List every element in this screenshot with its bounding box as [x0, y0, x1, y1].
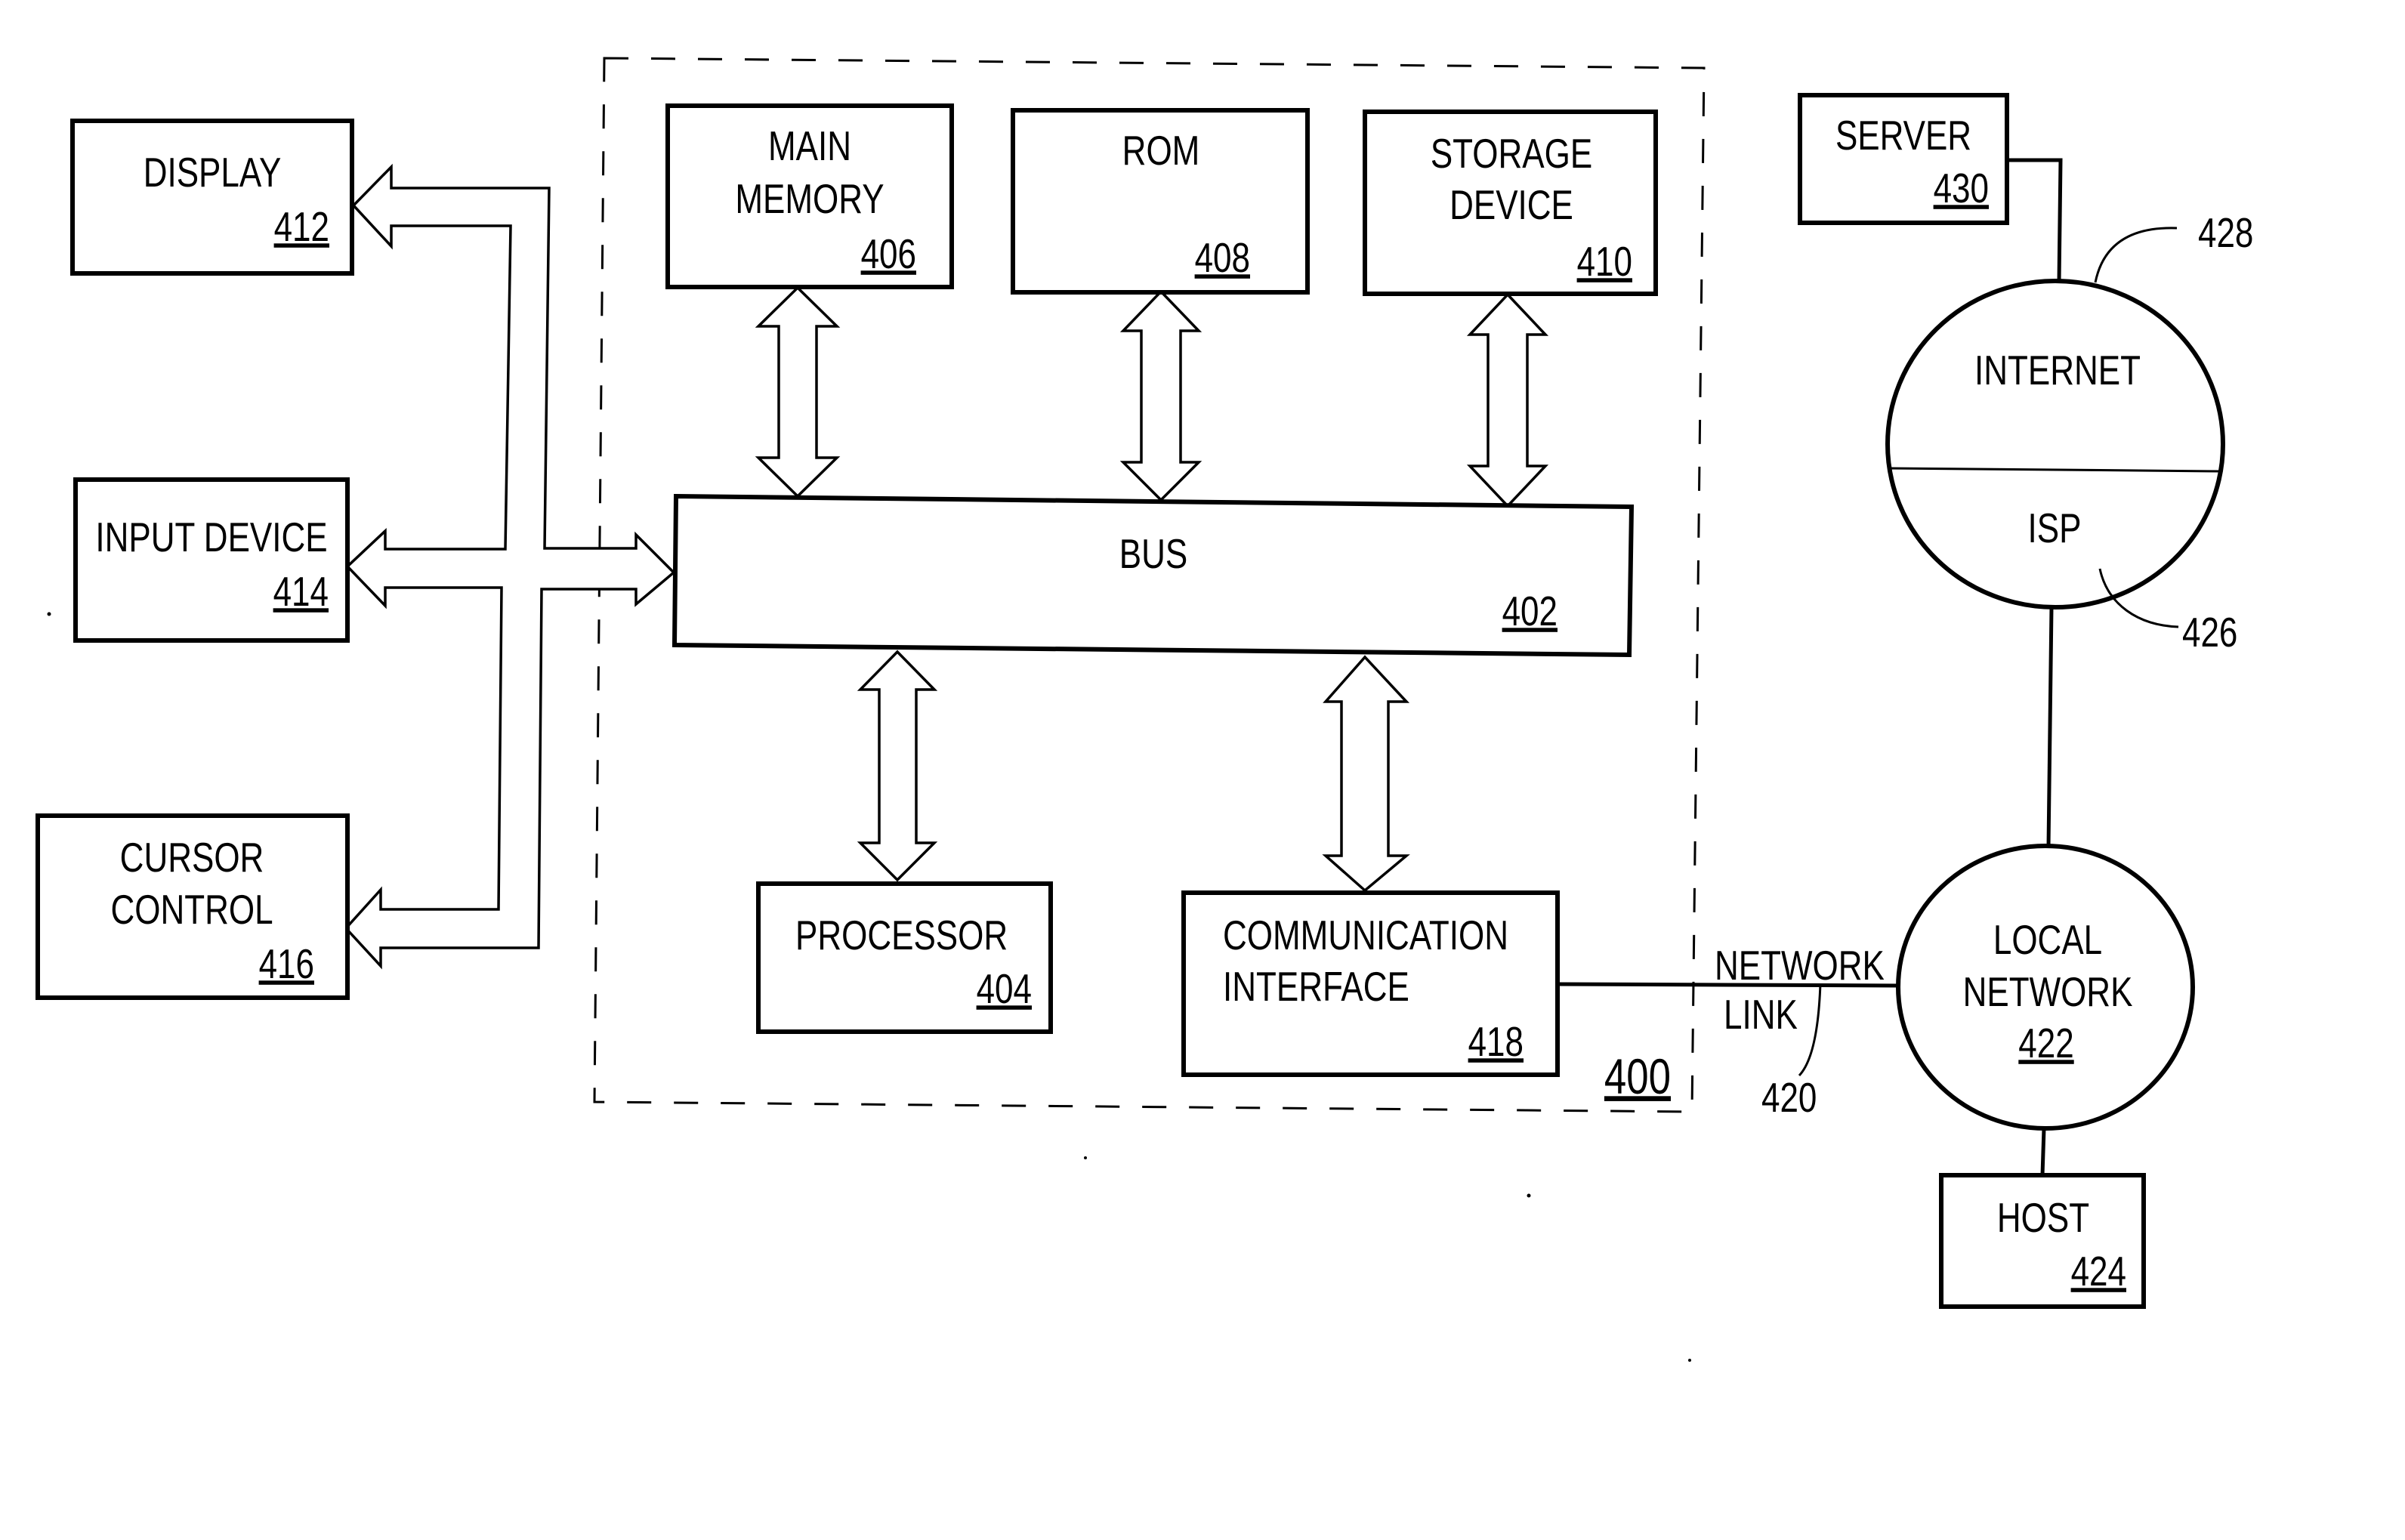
bus-ref: 402 — [1502, 588, 1558, 634]
scan-speck — [1688, 1359, 1691, 1362]
local-network-host-line — [2040, 1128, 2046, 1176]
network-link-leader — [1798, 983, 1822, 1077]
scan-speck — [1527, 1193, 1531, 1198]
network-link-ref: 420 — [1761, 1074, 1817, 1121]
internet-leader — [2094, 227, 2178, 283]
input-device-label: INPUT DEVICE — [95, 514, 327, 560]
storage-device-block: STORAGE DEVICE 410 — [1363, 110, 1658, 296]
main-memory-bus-arrow — [755, 285, 841, 498]
communication-interface-block: COMMUNICATION INTERFACE 418 — [1181, 890, 1560, 1077]
main-memory-ref: 406 — [861, 230, 916, 277]
rom-bus-arrow — [1119, 289, 1202, 502]
local-network-label-line2: NETWORK — [1963, 968, 2133, 1015]
server-internet-line — [2007, 158, 2063, 283]
server-block: SERVER 430 — [1798, 93, 2009, 225]
internet-isp-node: INTERNET ISP — [1885, 279, 2225, 610]
local-network-label-line1: LOCAL — [1993, 916, 2102, 963]
bus-block: BUS 402 — [671, 493, 1635, 658]
input-device-block: INPUT DEVICE 414 — [73, 477, 350, 643]
cursor-control-block: CURSOR CONTROL 416 — [36, 813, 350, 1000]
display-ref: 412 — [274, 203, 329, 250]
network-link-label-line1: NETWORK — [1715, 942, 1885, 989]
communication-bus-arrow — [1322, 655, 1410, 893]
scan-speck — [47, 612, 51, 616]
isp-label: ISP — [2028, 505, 2082, 551]
processor-block: PROCESSOR 404 — [756, 881, 1053, 1034]
main-memory-block: MAIN MEMORY 406 — [665, 103, 954, 289]
communication-interface-ref: 418 — [1468, 1018, 1524, 1065]
storage-device-label-line2: DEVICE — [1449, 181, 1573, 228]
rom-ref: 408 — [1195, 234, 1250, 281]
cursor-control-label-line1: CURSOR — [120, 834, 264, 881]
host-block: HOST 424 — [1939, 1173, 2146, 1309]
bus-label: BUS — [1119, 530, 1187, 577]
display-block: DISPLAY 412 — [70, 119, 354, 276]
local-network-ref: 422 — [2018, 1020, 2073, 1066]
internet-isp-circle — [1885, 279, 2225, 610]
processor-label: PROCESSOR — [795, 912, 1008, 958]
communication-interface-label-line2: INTERFACE — [1223, 963, 1409, 1010]
storage-device-ref: 410 — [1577, 238, 1632, 285]
cursor-control-label-line2: CONTROL — [110, 886, 273, 933]
storage-device-label-line1: STORAGE — [1431, 130, 1592, 177]
storage-bus-arrow — [1466, 292, 1549, 508]
isp-ref: 426 — [2182, 609, 2237, 656]
rom-label: ROM — [1122, 127, 1200, 174]
cursor-control-ref: 416 — [259, 940, 314, 987]
system-block-diagram: DISPLAY 412 INPUT DEVICE 414 CURSOR CONT… — [36, 57, 2253, 1362]
display-label: DISPLAY — [144, 149, 282, 196]
processor-ref: 404 — [977, 965, 1032, 1012]
host-label: HOST — [1997, 1194, 2089, 1241]
scan-speck — [1084, 1156, 1087, 1159]
input-device-ref: 414 — [273, 568, 329, 615]
main-memory-label-line1: MAIN — [768, 122, 851, 169]
main-memory-label-line2: MEMORY — [735, 175, 884, 222]
local-network-node: LOCAL NETWORK 422 — [1896, 844, 2195, 1131]
display-box — [70, 119, 354, 276]
io-bus-arrow — [344, 163, 676, 970]
isp-local-network-line — [2046, 606, 2054, 847]
computer-system-ref: 400 — [1604, 1048, 1671, 1104]
server-ref: 430 — [1934, 165, 1989, 211]
internet-label: INTERNET — [1974, 347, 2141, 393]
server-label: SERVER — [1835, 112, 1971, 159]
host-ref: 424 — [2071, 1248, 2126, 1295]
communication-interface-label-line1: COMMUNICATION — [1223, 912, 1508, 958]
network-link-label-line2: LINK — [1724, 991, 1798, 1038]
processor-bus-arrow — [857, 650, 938, 882]
rom-block: ROM 408 — [1011, 108, 1310, 295]
internet-ref: 428 — [2198, 209, 2253, 256]
